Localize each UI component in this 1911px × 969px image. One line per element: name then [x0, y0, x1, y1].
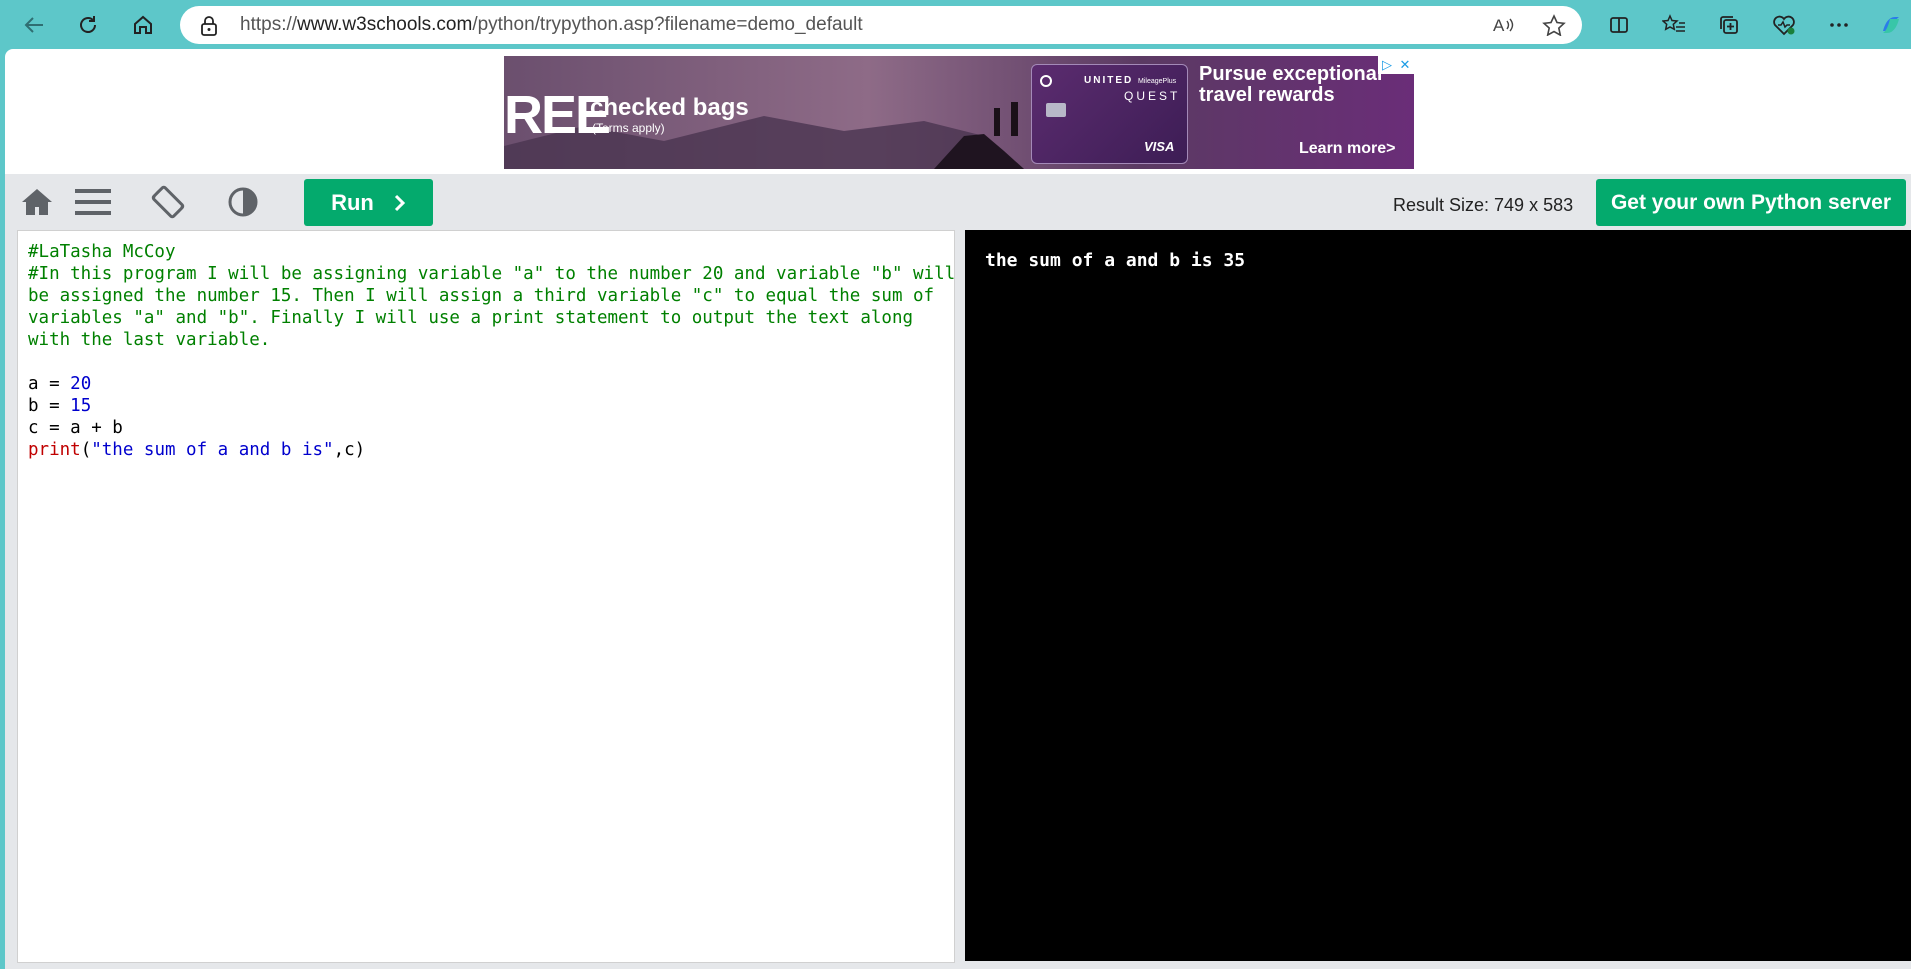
code-number-b: 15: [70, 396, 92, 416]
read-aloud-icon[interactable]: A: [1492, 14, 1516, 41]
ad-choices[interactable]: ▷ ✕: [1378, 56, 1414, 74]
result-size: Result Size: 749 x 583: [1393, 195, 1574, 215]
code-comment-line: be assigned the number 15. Then I will a…: [28, 286, 935, 306]
tryit-workspace: #LaTasha McCoy #In this program I will b…: [5, 230, 1911, 969]
url-host: www.w3schools.com: [297, 14, 473, 35]
code-print-keyword: print: [28, 440, 81, 460]
code-line-c: c = a + b: [28, 418, 123, 438]
card-network: VISA: [1144, 139, 1175, 154]
url-prefix: https://: [240, 14, 298, 35]
browser-toolbar: https://www.w3schools.com/python/trypyth…: [0, 0, 1911, 49]
chip-icon: [1046, 103, 1066, 117]
get-server-button[interactable]: Get your own Python server: [1596, 179, 1906, 226]
code-string: "the sum of a and b is": [91, 440, 334, 460]
menu-icon[interactable]: [71, 182, 115, 222]
ad-banner[interactable]: REE checked bags (Terms apply) UNITED Mi…: [504, 56, 1414, 169]
run-button[interactable]: Run: [304, 179, 433, 226]
browser-essentials-icon[interactable]: [1767, 8, 1801, 42]
ad-learn-more[interactable]: Learn more>: [1299, 140, 1395, 158]
card-brand: UNITED MileagePlus: [1084, 75, 1176, 86]
home-icon[interactable]: [126, 8, 160, 42]
united-globe-icon: [1040, 75, 1052, 87]
favorites-icon[interactable]: [1657, 8, 1691, 42]
program-output: the sum of a and b is 35: [985, 250, 1246, 271]
back-icon[interactable]: [17, 8, 51, 42]
code-print-rest: ,c): [333, 440, 366, 460]
code-comment-line: variables "a" and "b". Finally I will us…: [28, 308, 914, 328]
code-line-b: b =: [28, 396, 71, 416]
card-brand-text: UNITED: [1084, 75, 1134, 86]
refresh-icon[interactable]: [71, 8, 105, 42]
run-label: Run: [331, 189, 374, 215]
favorite-star-icon[interactable]: [1542, 14, 1566, 41]
card-sub-text: MileagePlus: [1138, 78, 1177, 85]
ad-close-icon[interactable]: ✕: [1396, 56, 1414, 74]
svg-text:A: A: [1493, 16, 1505, 35]
chevron-right-icon: [394, 194, 405, 211]
code-editor[interactable]: #LaTasha McCoy #In this program I will b…: [17, 230, 955, 963]
url-path: /python/trypython.asp?filename=demo_defa…: [472, 14, 863, 35]
code-comment-author: #LaTasha McCoy: [28, 242, 176, 262]
copilot-icon[interactable]: [1874, 8, 1908, 42]
collections-icon[interactable]: [1712, 8, 1746, 42]
rotate-layout-icon[interactable]: [146, 182, 190, 222]
ad-terms: (Terms apply): [592, 121, 665, 135]
ad-headline: Pursue exceptional travel rewards: [1199, 63, 1383, 106]
ad-checked-bags: checked bags: [590, 94, 749, 121]
more-icon[interactable]: [1822, 8, 1856, 42]
code-content[interactable]: #LaTasha McCoy #In this program I will b…: [28, 241, 955, 461]
card-name: QUEST: [1124, 89, 1181, 103]
url-text[interactable]: https://www.w3schools.com/python/trypyth…: [240, 14, 863, 36]
code-comment-line: #In this program I will be assigning var…: [28, 264, 956, 284]
split-screen-icon[interactable]: [1602, 8, 1636, 42]
code-line-a: a =: [28, 374, 71, 394]
theme-toggle-icon[interactable]: [221, 182, 265, 222]
tryit-toolbar: Run Result Size: 749 x 583 Get your own …: [5, 174, 1911, 230]
address-bar[interactable]: https://www.w3schools.com/python/trypyth…: [180, 6, 1582, 44]
result-panel: the sum of a and b is 35: [965, 230, 1911, 961]
code-number-a: 20: [70, 374, 92, 394]
ad-choices-icon[interactable]: ▷: [1378, 56, 1396, 74]
home-icon[interactable]: [15, 182, 59, 222]
credit-card-image: UNITED MileagePlus QUEST VISA: [1031, 64, 1188, 164]
lock-icon[interactable]: [200, 16, 218, 41]
code-comment-line: with the last variable.: [28, 330, 271, 350]
code-paren: (: [80, 440, 92, 460]
